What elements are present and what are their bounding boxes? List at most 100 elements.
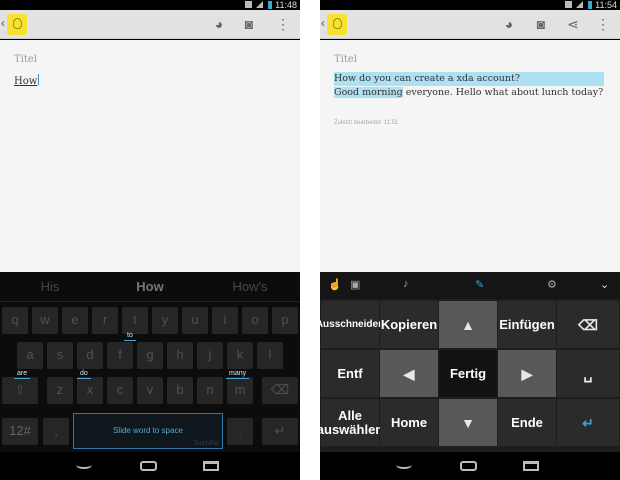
settings-icon[interactable]: ⚙ — [547, 278, 557, 291]
key-b[interactable]: b — [167, 377, 193, 404]
selected-text: Good morning — [334, 87, 403, 98]
done-key[interactable]: Fertig — [439, 350, 497, 397]
backspace-key-icon[interactable]: ⌫ — [262, 377, 298, 404]
status-bar: 11:48 — [0, 0, 300, 10]
key-y[interactable]: y — [152, 307, 178, 334]
touch-icon[interactable]: ☝ — [328, 278, 342, 291]
nav-recents-icon[interactable] — [203, 461, 219, 471]
overflow-menu-icon[interactable]: ⋮ — [594, 15, 612, 33]
key-p[interactable]: p — [272, 307, 298, 334]
key-a[interactable]: a — [17, 342, 43, 369]
cut-key[interactable]: Ausschneiden — [320, 301, 384, 348]
comma-key[interactable]: , — [43, 418, 69, 445]
palette-icon[interactable]: ◕ — [500, 15, 518, 33]
key-j[interactable]: j — [197, 342, 223, 369]
key-w[interactable]: w — [32, 307, 58, 334]
key-r[interactable]: r — [92, 307, 118, 334]
note-editor: Titel How — [0, 40, 300, 272]
key-d[interactable]: d — [77, 342, 103, 369]
signal-icon — [576, 1, 584, 8]
keep-logo-icon[interactable] — [327, 14, 347, 35]
nav-home-icon[interactable] — [460, 461, 477, 471]
key-q[interactable]: q — [2, 307, 28, 334]
backspace-key[interactable]: ⌫ — [557, 301, 619, 348]
palette-icon[interactable]: ◕ — [210, 15, 228, 33]
space-key[interactable]: ␣ — [557, 350, 619, 397]
suggestion-2[interactable]: How — [100, 272, 200, 301]
key-u[interactable]: u — [182, 307, 208, 334]
nav-back-icon[interactable] — [396, 461, 412, 469]
space-icon: ␣ — [583, 365, 593, 382]
space-bar[interactable]: Slide word to space TouchPal — [73, 413, 223, 449]
share-icon[interactable]: ⋖ — [564, 15, 582, 33]
key-g[interactable]: g — [137, 342, 163, 369]
arrow-right-key[interactable]: ▶ — [498, 350, 556, 397]
overflow-menu-icon[interactable]: ⋮ — [274, 15, 292, 33]
nav-back-icon[interactable] — [76, 461, 92, 469]
note-body-text: How — [14, 76, 38, 87]
key-i[interactable]: i — [212, 307, 238, 334]
paste-key[interactable]: Einfügen — [498, 301, 556, 348]
key-v[interactable]: v — [137, 377, 163, 404]
key-m[interactable]: m — [227, 377, 253, 404]
camera-icon[interactable]: ◙ — [240, 15, 258, 33]
back-caret-icon[interactable]: ‹ — [321, 16, 325, 30]
nav-home-icon[interactable] — [140, 461, 157, 471]
note-body-field[interactable]: How do you can create a xda account? Goo… — [334, 72, 604, 100]
key-f[interactable]: f — [107, 342, 133, 369]
backspace-icon: ⌫ — [578, 316, 598, 333]
symbols-key[interactable]: 12# — [2, 418, 38, 445]
microphone-icon[interactable]: ♪ — [403, 278, 409, 290]
touchpal-keyboard: His How How's q w e r t y u i o p a s d … — [0, 272, 300, 452]
enter-key-icon[interactable]: ↵ — [262, 418, 298, 445]
camera-icon[interactable]: ◙ — [532, 15, 550, 33]
clipboard-icon[interactable]: ▣ — [350, 278, 360, 291]
copy-key[interactable]: Kopieren — [380, 301, 438, 348]
arrow-down-key[interactable]: ▼ — [439, 399, 497, 446]
key-row-2: a s d f g h j k l — [0, 342, 300, 372]
trace-word-to: to — [124, 331, 136, 341]
note-title-field[interactable]: Titel — [334, 54, 357, 65]
period-key[interactable]: . — [227, 418, 253, 445]
status-bar: 11:54 — [320, 0, 620, 10]
key-e[interactable]: e — [62, 307, 88, 334]
key-s[interactable]: s — [47, 342, 73, 369]
delete-key[interactable]: Entf — [321, 350, 379, 397]
note-editor: Titel How do you can create a xda accoun… — [320, 40, 620, 272]
key-k[interactable]: k — [227, 342, 253, 369]
nav-bar — [0, 452, 300, 480]
key-n[interactable]: n — [197, 377, 223, 404]
suggestion-bar: His How How's — [0, 272, 300, 302]
hide-keyboard-icon[interactable]: ⌄ — [600, 278, 609, 291]
select-all-key[interactable]: Alle auswählen — [320, 399, 383, 446]
nav-recents-icon[interactable] — [523, 461, 539, 471]
left-phone-screen: 11:48 ‹ ◕ ◙ ⋮ Titel How His How How's q … — [0, 0, 300, 480]
edit-pen-icon[interactable]: ✎ — [475, 278, 484, 291]
suggestion-3[interactable]: How's — [200, 272, 300, 301]
arrow-left-key[interactable]: ◀ — [380, 350, 438, 397]
shift-key-icon[interactable]: ⇧ — [2, 377, 38, 404]
text-cursor — [38, 74, 40, 85]
enter-icon: ↵ — [582, 414, 594, 431]
back-caret-icon[interactable]: ‹ — [1, 16, 5, 30]
keep-logo-icon[interactable] — [7, 14, 27, 35]
arrow-up-key[interactable]: ▲ — [439, 301, 497, 348]
key-t[interactable]: t — [122, 307, 148, 334]
key-h[interactable]: h — [167, 342, 193, 369]
status-icons — [243, 1, 272, 9]
key-z[interactable]: z — [47, 377, 73, 404]
note-line-2: Good morning everyone. Hello what about … — [334, 86, 604, 100]
suggestion-1[interactable]: His — [0, 272, 100, 301]
key-c[interactable]: c — [107, 377, 133, 404]
key-x[interactable]: x — [77, 377, 103, 404]
note-title-field[interactable]: Titel — [14, 54, 37, 65]
end-key[interactable]: Ende — [498, 399, 556, 446]
enter-key[interactable]: ↵ — [557, 399, 619, 446]
space-hint: Slide word to space — [113, 426, 183, 435]
key-l[interactable]: l — [257, 342, 283, 369]
home-key[interactable]: Home — [380, 399, 438, 446]
note-body-field[interactable]: How — [14, 74, 40, 87]
key-row-3: ⇧ z x c v b n m ⌫ — [0, 377, 300, 407]
key-o[interactable]: o — [242, 307, 268, 334]
arrow-up-icon: ▲ — [461, 316, 475, 333]
